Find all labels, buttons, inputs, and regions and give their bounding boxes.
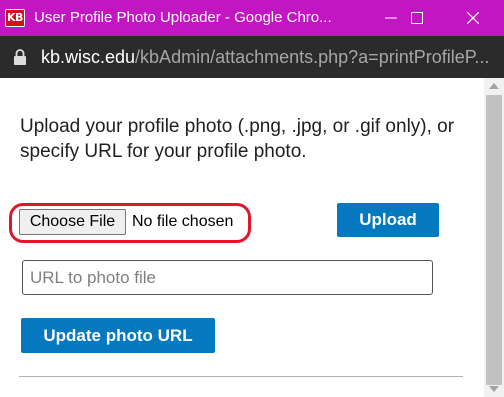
page-url[interactable]: kb.wisc.edu/kbAdmin/attachments.php?a=pr…	[41, 36, 499, 78]
file-status-text: No file chosen	[132, 213, 234, 230]
window-title-bar[interactable]: KB User Profile Photo Uploader - Google …	[0, 0, 504, 36]
upload-button[interactable]: Upload	[337, 203, 439, 237]
url-path: /kbAdmin/attachments.php?a=printProfileP…	[135, 47, 490, 67]
url-host: kb.wisc.edu	[41, 47, 136, 67]
close-button[interactable]	[450, 0, 496, 36]
app-logo-icon: KB	[5, 9, 25, 27]
upload-instructions: Upload your profile photo (.png, .jpg, o…	[20, 116, 455, 162]
section-divider	[19, 376, 463, 377]
maximize-button[interactable]	[394, 0, 440, 36]
scroll-down-arrow-icon[interactable]	[484, 381, 504, 397]
choose-file-button[interactable]: Choose File	[19, 209, 126, 235]
close-icon	[467, 12, 479, 24]
maximize-icon	[411, 12, 423, 24]
scroll-up-arrow-icon[interactable]	[484, 78, 504, 94]
scrollbar-thumb[interactable]	[486, 95, 502, 385]
vertical-scrollbar[interactable]	[484, 78, 504, 397]
page-content: Upload your profile photo (.png, .jpg, o…	[0, 78, 484, 397]
window-title: User Profile Photo Uploader - Google Chr…	[34, 9, 332, 26]
photo-url-input[interactable]	[22, 260, 433, 295]
lock-icon[interactable]	[13, 49, 27, 66]
app-logo-text: KB	[6, 10, 24, 26]
address-bar[interactable]: kb.wisc.edu/kbAdmin/attachments.php?a=pr…	[0, 36, 504, 78]
update-photo-url-button[interactable]: Update photo URL	[21, 318, 215, 353]
